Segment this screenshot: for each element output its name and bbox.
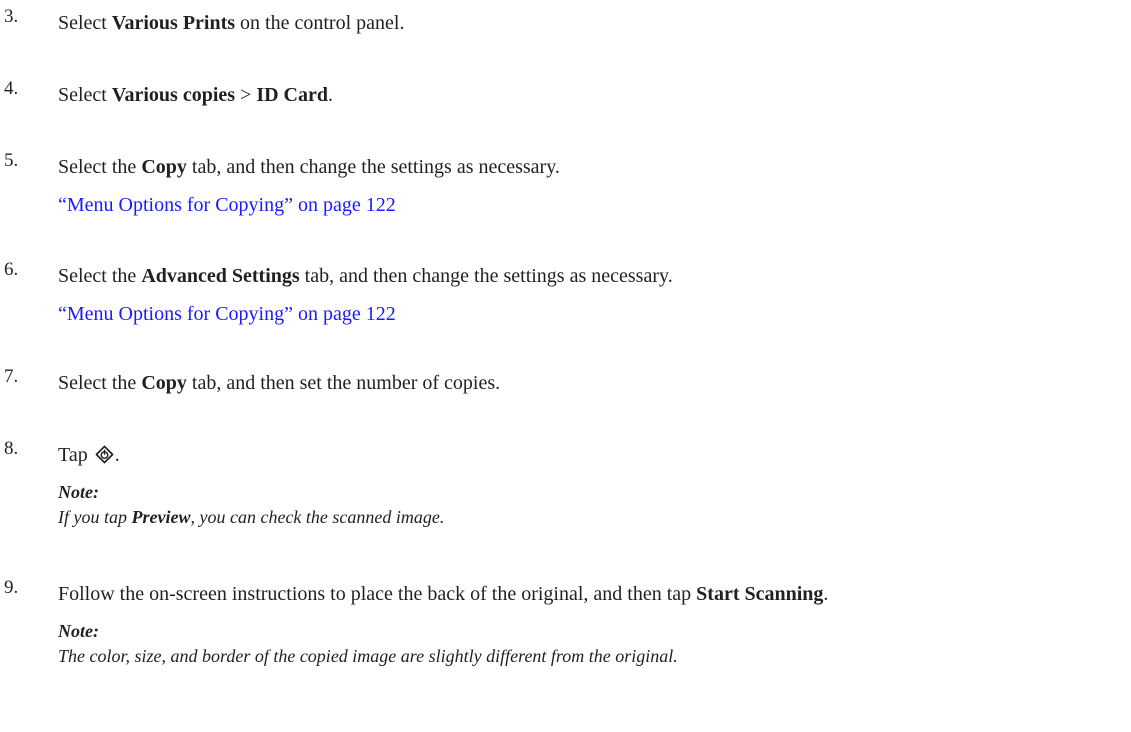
step-number: 7. bbox=[4, 366, 19, 387]
note-label: Note: bbox=[58, 482, 99, 502]
text-run: If you tap bbox=[58, 507, 132, 527]
step-instruction: Select Various copies > ID Card. bbox=[58, 82, 333, 108]
text-run: Select the bbox=[58, 372, 142, 394]
step-instruction: Follow the on-screen instructions to pla… bbox=[58, 581, 828, 607]
text-run: Follow the on-screen instructions to pla… bbox=[58, 583, 697, 605]
text-run: . bbox=[114, 444, 120, 466]
ui-term: Copy bbox=[141, 156, 187, 178]
step-instruction: Select the Copy tab, and then set the nu… bbox=[58, 370, 500, 396]
text-run: Select bbox=[58, 84, 112, 106]
step-number: 3. bbox=[4, 6, 19, 27]
menu-options-copying-link[interactable]: “Menu Options for Copying” on page 122 bbox=[58, 301, 396, 327]
ui-term: Copy bbox=[141, 372, 187, 394]
note-text: The color, size, and border of the copie… bbox=[58, 644, 678, 668]
note-text: If you tap Preview, you can check the sc… bbox=[58, 505, 444, 529]
ui-term: Various copies bbox=[111, 84, 236, 106]
step-number: 4. bbox=[4, 78, 19, 99]
ui-term: Start Scanning bbox=[696, 583, 824, 605]
step-instruction: Select the Advanced Settings tab, and th… bbox=[58, 263, 673, 289]
ui-term: Advanced Settings bbox=[141, 265, 300, 287]
ui-term: Various Prints bbox=[111, 12, 236, 34]
step-number: 8. bbox=[4, 438, 19, 459]
text-run: , you can check the scanned image. bbox=[190, 507, 445, 527]
step-number: 9. bbox=[4, 577, 19, 598]
text-run: The color, size, and border of the copie… bbox=[58, 646, 678, 666]
note-label: Note: bbox=[58, 621, 99, 641]
step-instruction: Select the Copy tab, and then change the… bbox=[58, 154, 560, 180]
text-run: Select the bbox=[58, 156, 142, 178]
step-number: 5. bbox=[4, 150, 19, 171]
step-number: 6. bbox=[4, 259, 19, 280]
start-button-icon bbox=[95, 445, 114, 471]
ui-term: Preview bbox=[131, 507, 191, 527]
text-run: . bbox=[328, 84, 333, 106]
text-run: tab, and then change the settings as nec… bbox=[299, 265, 673, 287]
step-instruction: Select Various Prints on the control pan… bbox=[58, 10, 404, 36]
ui-term: ID Card bbox=[256, 84, 328, 106]
text-run: . bbox=[823, 583, 829, 605]
step-instruction: Tap . bbox=[58, 442, 120, 471]
menu-options-copying-link[interactable]: “Menu Options for Copying” on page 122 bbox=[58, 192, 396, 218]
text-run: tab, and then set the number of copies. bbox=[186, 372, 501, 394]
text-run: tab, and then change the settings as nec… bbox=[186, 156, 560, 178]
text-run: Select bbox=[58, 12, 112, 34]
text-run: Select the bbox=[58, 265, 142, 287]
text-run: > bbox=[235, 84, 257, 106]
text-run: Tap bbox=[58, 444, 93, 466]
text-run: on the control panel. bbox=[235, 12, 405, 34]
